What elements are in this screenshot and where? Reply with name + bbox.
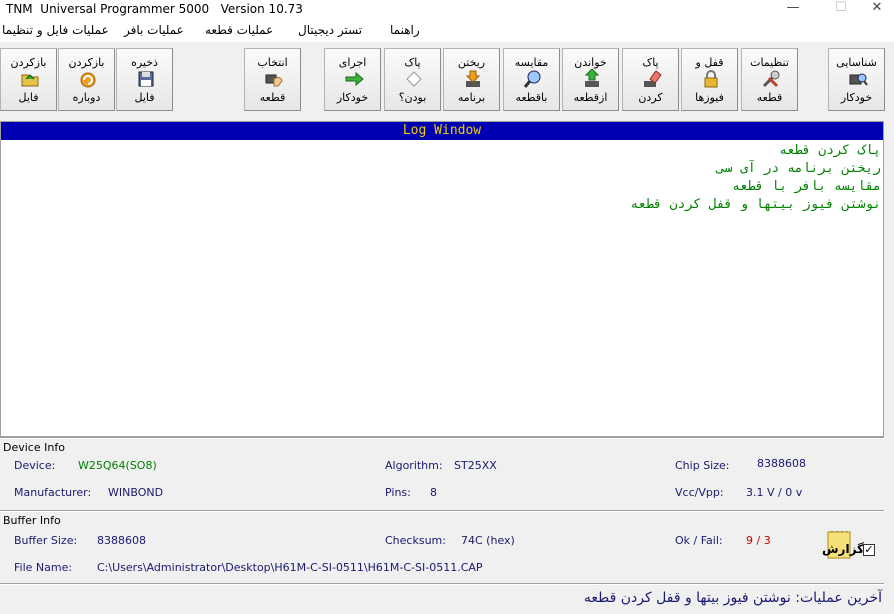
- floppy-disk-icon: [138, 71, 154, 87]
- open-folder-icon: [21, 74, 39, 87]
- device-value: W25Q64(SO8): [78, 459, 157, 472]
- blank-chip-icon: [406, 71, 422, 87]
- log-window-header: Log Window: [1, 122, 883, 140]
- device-label: Device:: [14, 459, 56, 472]
- detect-chip-icon: [849, 73, 868, 86]
- divider: [0, 510, 884, 512]
- last-operation-status: آخرین عملیات: نوشتن فیوز بیتها و قفل کرد…: [584, 590, 882, 606]
- program-button[interactable]: ریختن برنامه: [443, 48, 500, 111]
- pins-label: Pins:: [385, 486, 411, 499]
- checksum-label: Checksum:: [385, 534, 446, 547]
- device-settings-button[interactable]: تنظیمات قطعه: [741, 48, 798, 111]
- chip-hand-icon: [265, 74, 283, 87]
- pins-value: 8: [430, 486, 437, 499]
- reload-icon: [80, 72, 96, 88]
- chip-size-value: 8388608: [757, 457, 806, 470]
- chip-size-label: Chip Size:: [675, 459, 730, 472]
- window-title: TNM Universal Programmer 5000 Version 10…: [6, 2, 303, 16]
- report-label: گزارش: [822, 542, 865, 556]
- minimize-button[interactable]: —: [776, 0, 810, 18]
- checksum-value: 74C (hex): [461, 534, 515, 547]
- buffer-size-label: Buffer Size:: [14, 534, 78, 547]
- verify-button[interactable]: مقایسه باقطعه: [503, 48, 560, 111]
- vcc-vpp-label: Vcc/Vpp:: [675, 486, 724, 499]
- menu-digital-tester[interactable]: تستر دیجیتال: [298, 23, 362, 37]
- buffer-info-title: Buffer Info: [3, 514, 61, 527]
- title-bar: TNM Universal Programmer 5000 Version 10…: [0, 0, 894, 18]
- buffer-size-value: 8388608: [97, 534, 146, 547]
- manufacturer-label: Manufacturer:: [14, 486, 92, 499]
- algorithm-label: Algorithm:: [385, 459, 443, 472]
- file-name-value: C:\Users\Administrator\Desktop\H61M-C-SI…: [97, 561, 483, 574]
- read-chip-icon: [584, 69, 600, 87]
- blank-check-button[interactable]: پاک بودن؟: [384, 48, 441, 111]
- algorithm-value: ST25XX: [454, 459, 497, 472]
- divider: [0, 583, 884, 585]
- close-button[interactable]: ✕: [860, 0, 894, 18]
- log-line: نوشتن فیوز بیتها و قفل کردن قطعه: [630, 197, 881, 212]
- menu-file-settings[interactable]: عملیات فایل و تنظیما: [2, 23, 109, 37]
- log-window[interactable]: Log Window پاک کردن قطعه ریختن برنامه در…: [0, 121, 884, 437]
- read-button[interactable]: خواندن ازقطعه: [562, 48, 619, 111]
- erase-button[interactable]: پاک کردن: [622, 48, 679, 111]
- reload-file-button[interactable]: بازکردن دوباره: [58, 48, 115, 111]
- manufacturer-value: WINBOND: [108, 486, 164, 499]
- save-file-button[interactable]: ذخیره فایل: [116, 48, 173, 111]
- magnifier-icon: [523, 70, 541, 88]
- green-arrow-icon: [345, 71, 364, 87]
- menu-bar: عملیات فایل و تنظیما عملیات بافر عملیات …: [0, 18, 894, 43]
- eraser-icon: [644, 70, 662, 87]
- menu-help[interactable]: راهنما: [390, 23, 420, 37]
- lock-fuses-button[interactable]: قفل و فیوزها: [681, 48, 738, 111]
- last-operation-label: آخرین عملیات:: [795, 590, 882, 606]
- report-button[interactable]: گزارش: [818, 528, 865, 566]
- menu-buffer[interactable]: عملیات بافر: [124, 23, 184, 37]
- log-line: پاک کردن قطعه: [779, 143, 881, 158]
- auto-program-button[interactable]: اجرای خودکار: [324, 48, 381, 111]
- ok-fail-label: Ok / Fail:: [675, 534, 723, 547]
- tools-icon: [762, 70, 780, 88]
- last-operation-value: نوشتن فیوز بیتها و قفل کردن قطعه: [583, 590, 791, 606]
- file-name-label: File Name:: [14, 561, 73, 574]
- ok-fail-value: 9 / 3: [746, 534, 771, 547]
- log-scrollbar[interactable]: [884, 121, 894, 437]
- divider: [0, 437, 884, 439]
- lock-icon: [704, 70, 718, 88]
- device-info-title: Device Info: [3, 441, 65, 454]
- log-line: مقایسه بافر با قطعه: [732, 179, 881, 194]
- toolbar: بازکردن فایل بازکردن دوباره ذخیره فایل ا…: [0, 42, 894, 120]
- log-line: ریختن برنامه در آی سی: [716, 161, 881, 176]
- write-chip-icon: [465, 70, 481, 87]
- report-checkbox[interactable]: ✓: [863, 544, 875, 556]
- auto-detect-button[interactable]: شناسایی خودکار: [828, 48, 885, 111]
- menu-device[interactable]: عملیات قطعه: [205, 23, 273, 37]
- maximize-button[interactable]: ☐: [824, 0, 858, 18]
- load-file-button[interactable]: بازکردن فایل: [0, 48, 57, 111]
- select-device-button[interactable]: انتخاب قطعه: [244, 48, 301, 111]
- vcc-vpp-value: 3.1 V / 0 v: [746, 486, 803, 499]
